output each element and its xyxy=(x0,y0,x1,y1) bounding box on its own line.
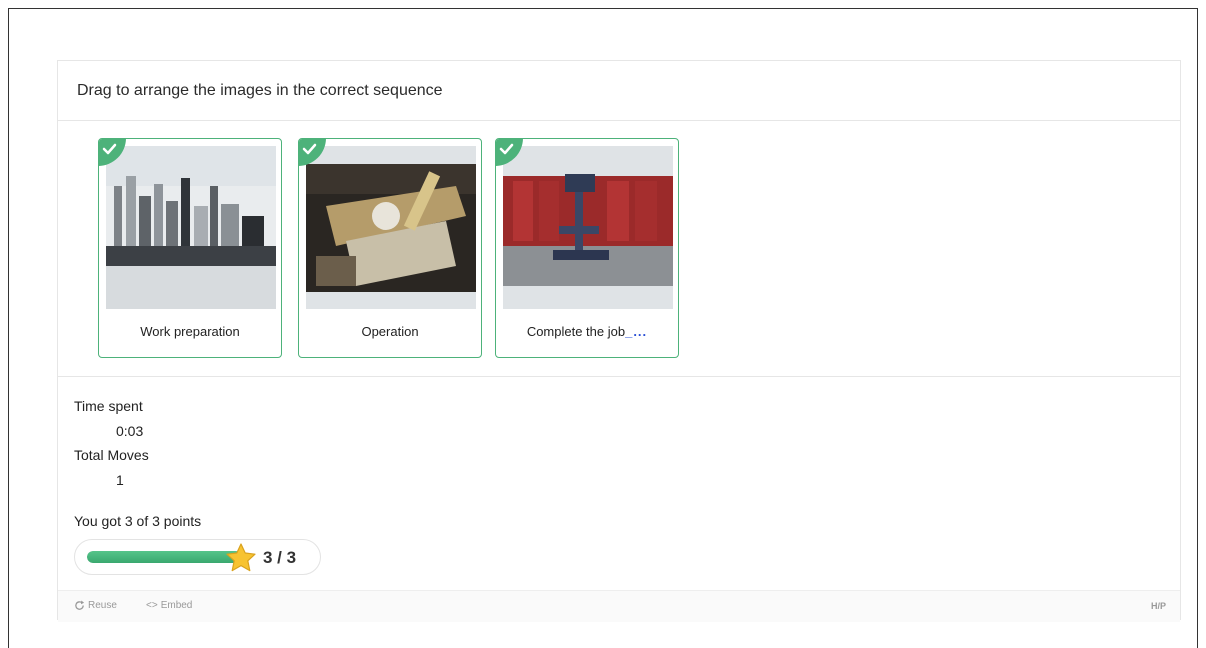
h5p-logo[interactable]: H/P xyxy=(1151,601,1166,611)
correct-check-icon xyxy=(299,139,326,166)
task-instruction: Drag to arrange the images in the correc… xyxy=(58,61,1180,121)
tile-caption: Operation xyxy=(299,317,481,345)
h5p-actions-bar: Reuse <> Embed H/P xyxy=(58,590,1180,622)
time-spent-label: Time spent xyxy=(74,398,143,414)
h5p-content-card: Drag to arrange the images in the correc… xyxy=(57,60,1181,622)
score-bar: 3 / 3 xyxy=(74,539,321,575)
results-panel: Time spent 0:03 Total Moves 1 You got 3 … xyxy=(58,377,1180,589)
tile-label: Complete the job xyxy=(526,323,626,339)
reuse-button[interactable]: Reuse xyxy=(74,600,117,611)
total-moves-label: Total Moves xyxy=(74,447,149,463)
star-icon xyxy=(226,543,256,572)
sequence-tile-2[interactable]: Operation xyxy=(298,138,482,358)
correct-check-icon xyxy=(99,139,126,166)
sequence-tile-3[interactable]: Complete the job _... xyxy=(495,138,679,358)
lathe-operation-image xyxy=(306,146,476,309)
embed-icon: <> xyxy=(146,600,158,611)
tile-label: Operation xyxy=(361,323,419,339)
tile-caption: Complete the job _... xyxy=(496,317,678,345)
reuse-icon xyxy=(75,600,85,610)
tile-label: Work preparation xyxy=(140,323,240,339)
correct-check-icon xyxy=(496,139,523,166)
score-feedback: You got 3 of 3 points xyxy=(74,513,202,529)
embed-label: Embed xyxy=(160,600,193,611)
score-progress-fill xyxy=(87,551,242,563)
total-moves-value: 1 xyxy=(116,472,124,488)
embed-button[interactable]: <> Embed xyxy=(146,600,192,611)
cutting-tools-image xyxy=(106,146,276,309)
time-spent-value: 0:03 xyxy=(116,423,144,439)
score-text: 3 / 3 xyxy=(263,548,297,567)
tile-label-ellipsis: _... xyxy=(625,323,648,339)
tile-caption: Work preparation xyxy=(99,317,281,345)
workshop-drill-press-image xyxy=(503,146,673,309)
reuse-label: Reuse xyxy=(88,600,117,611)
sequence-tile-1[interactable]: Work preparation xyxy=(98,138,282,358)
score-progress-track xyxy=(87,551,242,563)
sequence-area: Work preparation Operation Complete the … xyxy=(58,121,1180,377)
